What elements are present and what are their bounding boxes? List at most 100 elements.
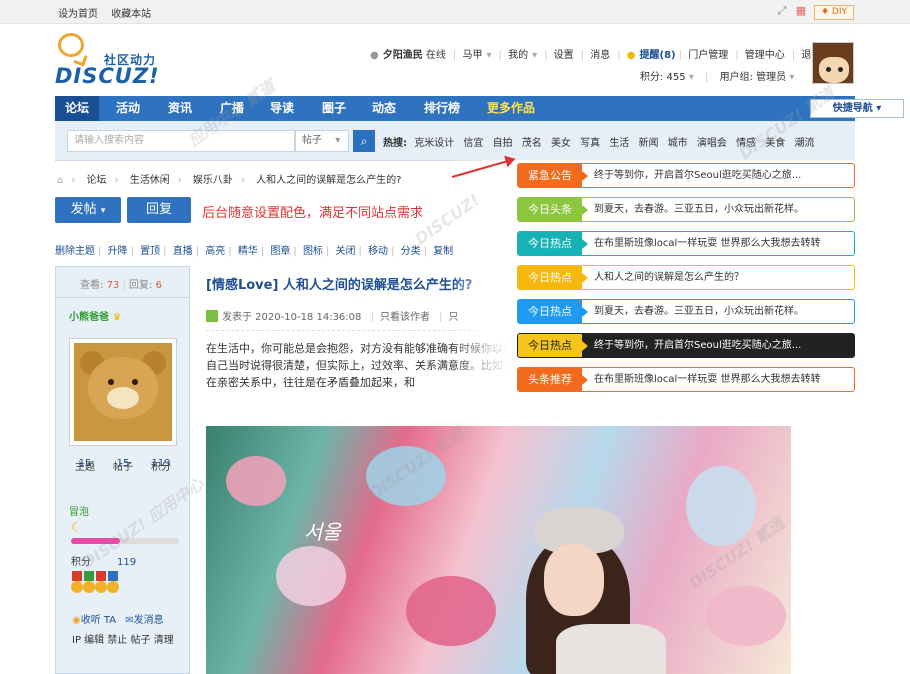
nav-forum[interactable]: 论坛 [55,96,99,121]
announcement-item[interactable]: 头条推荐 在布里斯班像local一样玩耍 世界那么大我想去转转 [517,367,855,392]
author-avatar[interactable] [69,338,177,446]
horse-menu[interactable]: 马甲 [462,50,482,61]
online-status[interactable]: 在线 [426,50,446,61]
reply-button[interactable]: 回复 [127,197,191,223]
hot-keyword[interactable]: 生活 [609,138,629,149]
announcement-item[interactable]: 今日热点 终于等到你，开启首尔Seoul逛吃买随心之旅... [517,333,855,358]
user-avatar[interactable] [812,42,854,84]
breadcrumb-item[interactable]: 论坛 [87,175,107,186]
mod-updown[interactable]: 升降 [108,246,128,257]
admin-center-link[interactable]: 管理中心 [745,50,785,61]
stat-points-label: 积分 [151,462,171,473]
fullscreen-icon[interactable]: ⤢ [776,5,788,17]
hot-keyword[interactable]: 演唱会 [697,138,727,149]
search-input[interactable]: 请输入搜索内容 [67,130,295,152]
mod-copy[interactable]: 复制 [433,246,453,257]
settings-link[interactable]: 设置 [554,50,574,61]
announcement-item[interactable]: 今日头条 到夏天，去春游。三亚五日，小众玩出新花样。 [517,197,855,222]
portal-admin-link[interactable]: 门户管理 [688,50,728,61]
mine-menu[interactable]: 我的 [508,50,528,61]
messages-link[interactable]: 消息 [590,50,610,61]
nav-dynamic[interactable]: 动态 [361,96,407,121]
hot-keyword[interactable]: 茂名 [522,138,542,149]
breadcrumb-item[interactable]: 人和人之间的误解是怎么产生的? [256,175,401,186]
main-nav: 论坛 活动 资讯 广播 导读 圈子 动态 排行榜 更多作品 快捷导航 ▾ [55,96,904,121]
home-icon[interactable]: ⌂ [57,175,63,186]
mod-move[interactable]: 移动 [368,246,388,257]
send-message-link[interactable]: 发消息 [134,615,164,626]
announcement-text[interactable]: 终于等到你，开启首尔Seoul逛吃买随心之旅... [594,164,801,187]
points-value: 119 [117,557,137,568]
hot-keyword[interactable]: 新闻 [639,138,659,149]
announcement-item[interactable]: 今日热点 到夏天，去春游。三亚五日，小众玩出新花样。 [517,299,855,324]
mod-close[interactable]: 关闭 [336,246,356,257]
hot-keyword[interactable]: 写真 [580,138,600,149]
logo-en-text[interactable]: DISCUZ! [55,64,160,88]
hot-keyword[interactable]: 潮流 [794,138,814,149]
author-actions: ◉收听 TA ✉发消息 [72,611,164,626]
usergroup-link[interactable]: 用户组: 管理员 [720,72,787,83]
listen-icon: ◉ [72,615,81,626]
medal-icon[interactable] [95,571,107,595]
mod-sticky[interactable]: 置顶 [140,246,160,257]
hot-keyword[interactable]: 自拍 [493,138,513,149]
nav-activity[interactable]: 活动 [105,96,151,121]
announcement-text[interactable]: 到夏天，去春游。三亚五日，小众玩出新花样。 [594,300,804,323]
breadcrumb-item[interactable]: 生活休闲 [130,175,170,186]
nav-circle[interactable]: 圈子 [311,96,357,121]
medal-icon[interactable] [83,571,95,595]
only-author-link[interactable]: 只看该作者 [380,312,430,323]
medal-icon[interactable] [71,571,83,595]
bubble-label: 冒泡 [69,507,89,518]
announcement-tag: 头条推荐 [518,368,588,391]
announcement-item[interactable]: 今日热点 在布里斯班像local一样玩耍 世界那么大我想去转转 [517,231,855,256]
nav-news[interactable]: 资讯 [157,96,203,121]
mod-icon[interactable]: 图标 [303,246,323,257]
palette-icon[interactable]: ▦ [795,5,807,17]
mod-live[interactable]: 直播 [173,246,193,257]
author-name[interactable]: 小熊爸爸 ♛ [69,308,121,323]
search-icon[interactable]: ⌕ [353,130,375,152]
hot-keyword[interactable]: 信宜 [463,138,483,149]
crown-icon: ♛ [112,312,122,323]
breadcrumb-item[interactable]: 娱乐八卦 [193,175,233,186]
mod-digest[interactable]: 精华 [238,246,258,257]
medal-icon[interactable] [107,571,119,595]
announcement-tag: 今日热点 [518,334,588,357]
bookmark-link[interactable]: 收藏本站 [111,9,151,20]
moderation-bar: 删除主题 | 升降 | 置顶 | 直播 | 高亮 | 精华 | 图章 | 图标 | 关闭 | 移动… [55,246,454,257]
mod-delete[interactable]: 删除主题 [55,246,95,257]
announcement-text[interactable]: 终于等到你，开启首尔Seoul逛吃买随心之旅... [594,334,801,357]
user-icon: ● [370,50,379,61]
diy-button[interactable]: ♦ DIY [814,5,854,20]
search-scope-select[interactable]: 帖子 ▾ [295,130,349,152]
points-link[interactable]: 积分: 455 [640,72,686,83]
new-post-label: 发帖 [70,202,97,217]
announcement-text[interactable]: 在布里斯班像local一样玩耍 世界那么大我想去转转 [594,368,820,391]
announcement-text[interactable]: 在布里斯班像local一样玩耍 世界那么大我想去转转 [594,232,820,255]
hot-keyword[interactable]: 城市 [668,138,688,149]
listen-link[interactable]: 收听 TA [81,615,116,626]
set-home-link[interactable]: 设为首页 [58,9,98,20]
admin-links[interactable]: IP 编辑 禁止 帖子 清理 [72,631,174,646]
search-scope-label: 帖子 [302,135,322,146]
mod-category[interactable]: 分类 [401,246,421,257]
announcement-item[interactable]: 今日热点 人和人之间的误解是怎么产生的？ [517,265,855,290]
announcement-text[interactable]: 到夏天，去春游。三亚五日，小众玩出新花样。 [594,198,804,221]
announcement-text[interactable]: 人和人之间的误解是怎么产生的？ [594,266,744,289]
nav-ranking[interactable]: 排行榜 [413,96,471,121]
post-title: [情感Love] 人和人之间的误解是怎么产生的? [206,278,473,293]
hot-keyword[interactable]: 美女 [551,138,571,149]
hot-keyword[interactable]: 克米设计 [414,138,454,149]
mod-stamp[interactable]: 图章 [270,246,290,257]
quick-nav-label: 快捷导航 [832,103,873,114]
author-name-text[interactable]: 小熊爸爸 [69,312,109,323]
user-name[interactable]: 夕阳渔民 [383,50,423,61]
new-post-button[interactable]: 发帖 ▾ [55,197,121,223]
post-image[interactable]: 서울 [206,426,791,674]
nav-more-works[interactable]: 更多作品 [477,96,545,121]
mod-highlight[interactable]: 高亮 [205,246,225,257]
stat-threads-label: 主题 [75,462,95,473]
announcement-item[interactable]: 紧急公告 终于等到你，开启首尔Seoul逛吃买随心之旅... [517,163,855,188]
remind-link[interactable]: 提醒(8) [640,50,676,61]
